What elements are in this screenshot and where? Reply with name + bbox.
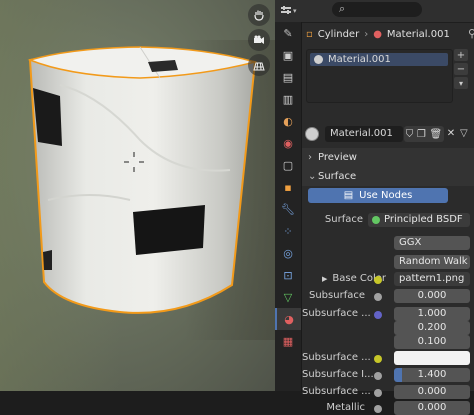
surface-shader-value: Principled BSDF [384, 214, 463, 225]
value-socket-icon[interactable] [374, 389, 382, 397]
properties-editor: ▾ ⌕ ✎ ▣ ▤ ▥ ◐ ◉ ▢ ▪ 🔧︎ ⁘ ◎ ⊡ ▽ ◕ ▦ ▫ Cyl… [275, 0, 474, 415]
node-filter-icon[interactable]: ▽ [460, 126, 474, 142]
3d-cursor-icon[interactable] [124, 152, 144, 172]
material-icon: ● [373, 28, 382, 40]
subsurface-method-dropdown[interactable]: Random Walk [394, 255, 470, 269]
chevron-down-icon: ▾ [293, 6, 297, 15]
value-socket-icon[interactable] [374, 405, 382, 413]
distribution-dropdown[interactable]: GGX [394, 236, 470, 250]
tab-material-icon[interactable]: ◕ [275, 308, 301, 330]
search-icon: ⌕ [339, 2, 346, 15]
properties-icon [281, 5, 291, 14]
tab-scene-icon[interactable]: ◐ [275, 110, 301, 132]
browse-material-icon[interactable] [305, 127, 319, 141]
subsurface-radius-label: Subsurface ... [302, 308, 371, 319]
material-selector: Material.001 ⛉ ❐ 🗑︎ ✕ ▽ [305, 126, 470, 142]
tab-tool-icon[interactable]: ✎ [275, 22, 301, 44]
base-color-label: ▶ Base Color [322, 273, 387, 284]
subsurface-color-swatch[interactable] [394, 351, 470, 365]
use-nodes-label: Use Nodes [359, 190, 413, 201]
chevron-down-icon: ⌄ [308, 171, 317, 182]
tab-data-icon[interactable]: ▽ [275, 286, 301, 308]
value-socket-icon[interactable] [374, 372, 382, 380]
breadcrumb-object: Cylinder [317, 28, 360, 40]
pin-icon[interactable]: ⚲ [468, 27, 474, 40]
subsurface-radius-y[interactable]: 0.200 [394, 321, 470, 335]
black-patch-left-low [43, 250, 52, 270]
subsurface-anisotropy-field[interactable]: 0.000 [394, 385, 470, 399]
tab-view-layer-icon[interactable]: ▥ [275, 88, 301, 110]
breadcrumb: ▫ Cylinder › ● Material.001 [306, 25, 450, 43]
value-socket-icon[interactable] [374, 293, 382, 301]
tab-particles-icon[interactable]: ⁘ [275, 220, 301, 242]
subsurface-radius-z[interactable]: 0.100 [394, 335, 470, 349]
subsurface-value-field[interactable]: 0.000 [394, 289, 470, 303]
remove-slot-button[interactable]: − [454, 63, 468, 75]
properties-header: ▾ ⌕ [275, 0, 474, 23]
tab-constraint-icon[interactable]: ⊡ [275, 264, 301, 286]
close-icon[interactable]: ✕ [445, 126, 457, 142]
material-slot-label: Material.001 [328, 54, 391, 65]
properties-tabs: ✎ ▣ ▤ ▥ ◐ ◉ ▢ ▪ 🔧︎ ⁘ ◎ ⊡ ▽ ◕ ▦ [275, 22, 302, 391]
black-patch-mid [133, 205, 205, 255]
material-ball-icon [314, 55, 323, 64]
panel-surface[interactable]: ⌄ Surface [302, 167, 474, 186]
grid-icon[interactable] [248, 54, 270, 76]
panel-preview[interactable]: › Preview [302, 148, 474, 167]
slot-menu-button[interactable]: ▾ [454, 77, 468, 89]
subsurface-label: Subsurface [309, 290, 365, 301]
material-slot-list[interactable]: Material.001 [306, 49, 453, 103]
tab-physics-icon[interactable]: ◎ [275, 242, 301, 264]
3d-viewport[interactable] [0, 0, 275, 391]
metallic-field[interactable]: 0.000 [394, 401, 470, 415]
chevron-right-icon: › [308, 152, 312, 163]
tab-texture-icon[interactable]: ▦ [275, 330, 301, 352]
add-slot-button[interactable]: + [454, 49, 468, 61]
breadcrumb-material: Material.001 [386, 28, 450, 40]
tab-object-icon[interactable]: ▪ [275, 176, 301, 198]
search-input[interactable]: ⌕ [332, 2, 422, 17]
hand-icon[interactable] [248, 4, 270, 26]
editor-type-dropdown[interactable]: ▾ [281, 3, 305, 18]
slot-buttons: + − ▾ [454, 49, 468, 91]
node-tree-icon: ▤ [343, 190, 354, 201]
color-socket-icon[interactable] [374, 276, 382, 284]
base-color-texture-field[interactable]: pattern1.png [394, 272, 470, 286]
surface-label: Surface [324, 214, 363, 225]
delete-icon[interactable]: 🗑︎ [429, 129, 442, 140]
material-slot[interactable]: Material.001 [310, 53, 448, 66]
cylinder-body [28, 49, 257, 314]
surface-shader-field[interactable]: Principled BSDF [368, 213, 470, 227]
cylinder-object[interactable] [0, 0, 275, 391]
subsurface-anisotropy-label: Subsurface ... [302, 386, 371, 397]
subsurface-ior-value: 1.400 [417, 369, 447, 380]
tab-output-icon[interactable]: ▤ [275, 66, 301, 88]
material-name-field[interactable]: Material.001 [325, 126, 403, 142]
camera-icon[interactable] [248, 29, 270, 51]
subsurface-ior-label: Subsurface I... [302, 369, 374, 380]
object-icon: ▫ [306, 28, 313, 40]
subsurface-color-label: Subsurface ... [302, 352, 371, 363]
use-nodes-button[interactable]: ▤ Use Nodes [308, 188, 448, 203]
breadcrumb-separator: › [364, 28, 369, 40]
shader-socket-icon [372, 216, 380, 224]
metallic-label: Metallic [326, 402, 365, 413]
tab-render-icon[interactable]: ▣ [275, 44, 301, 66]
material-properties: ▫ Cylinder › ● Material.001 ⚲ Material.0… [302, 22, 474, 415]
panel-surface-label: Surface [318, 171, 357, 182]
color-socket-icon[interactable] [374, 355, 382, 363]
expand-arrow-icon[interactable]: ▶ [322, 275, 327, 283]
material-action-buttons: ⛉ ❐ 🗑︎ [404, 126, 444, 142]
panel-preview-label: Preview [318, 152, 357, 163]
duplicate-icon[interactable]: ❐ [417, 129, 426, 140]
tab-world-icon[interactable]: ◉ [275, 132, 301, 154]
vector-socket-icon[interactable] [374, 311, 382, 319]
subsurface-radius-x[interactable]: 1.000 [394, 307, 470, 321]
viewport-navigation-tools [248, 4, 272, 79]
tab-collection-icon[interactable]: ▢ [275, 154, 301, 176]
subsurface-ior-slider[interactable]: 1.400 [394, 368, 470, 382]
fake-user-shield-icon[interactable]: ⛉ [406, 129, 414, 140]
tab-modifiers-wrench-icon[interactable]: 🔧︎ [275, 198, 301, 220]
